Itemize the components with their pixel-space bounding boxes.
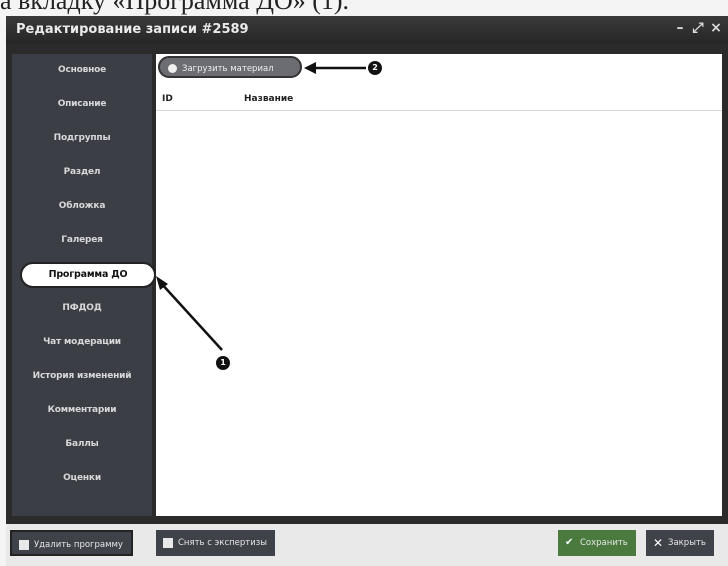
annotation-badge-1: 1 xyxy=(216,356,230,370)
annotation-badge-2: 2 xyxy=(368,61,382,75)
annotation-arrows xyxy=(156,62,366,351)
arrow-to-tab xyxy=(159,281,223,351)
arrowhead-to-upload xyxy=(304,62,316,74)
